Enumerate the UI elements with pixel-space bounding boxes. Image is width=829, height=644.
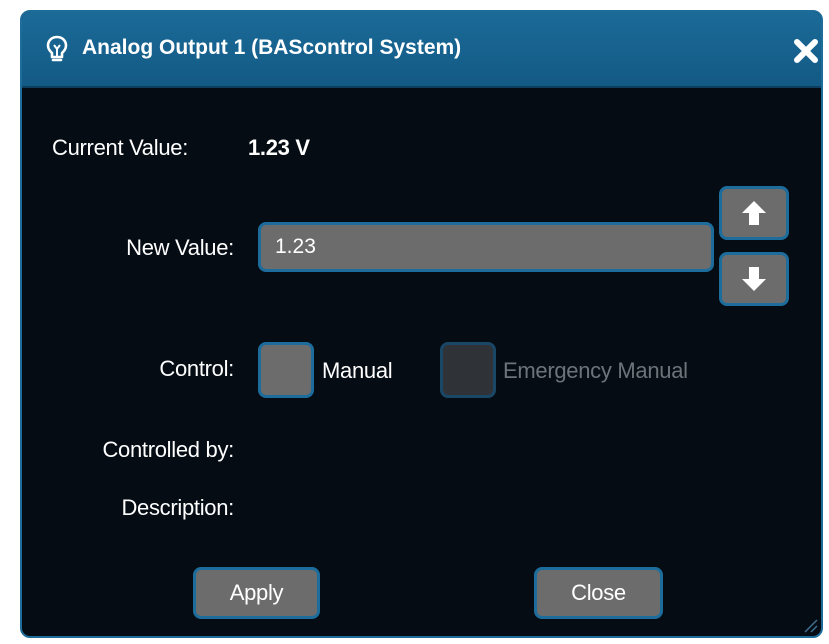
decrement-button[interactable]: [719, 252, 789, 306]
dialog-titlebar[interactable]: Analog Output 1 (BAScontrol System): [22, 12, 821, 88]
manual-checkbox[interactable]: [258, 342, 314, 398]
controlled-by-label: Controlled by:: [102, 437, 234, 462]
new-value-input[interactable]: 1.23: [258, 222, 714, 272]
arrow-up-icon: [742, 201, 766, 225]
emergency-manual-checkbox[interactable]: [440, 342, 496, 398]
lightbulb-icon: [44, 34, 70, 64]
analog-output-dialog: Analog Output 1 (BAScontrol System) Curr…: [20, 10, 823, 638]
close-button[interactable]: Close: [534, 567, 663, 619]
new-value-label: New Value:: [126, 235, 234, 260]
current-value-label: Current Value:: [52, 135, 189, 160]
manual-label: Manual: [322, 358, 393, 383]
apply-button[interactable]: Apply: [193, 567, 320, 619]
emergency-manual-label: Emergency Manual: [503, 358, 688, 383]
resize-grip-icon[interactable]: [801, 616, 819, 634]
dialog-title: Analog Output 1 (BAScontrol System): [82, 36, 462, 59]
description-label: Description:: [121, 495, 234, 520]
control-label: Control:: [159, 356, 234, 381]
close-icon[interactable]: [793, 38, 819, 64]
arrow-down-icon: [742, 267, 766, 291]
increment-button[interactable]: [719, 186, 789, 240]
current-value-text: 1.23 V: [248, 135, 310, 160]
